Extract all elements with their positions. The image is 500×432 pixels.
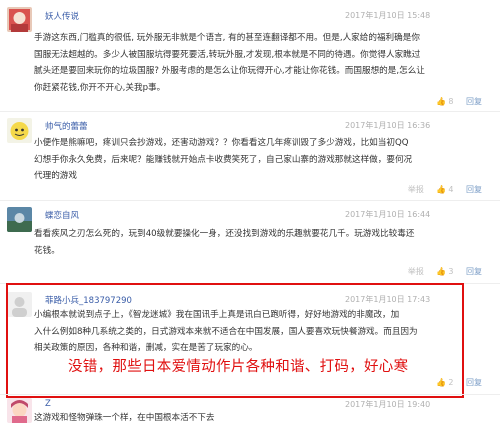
comment-text: 看看疾风之刃怎么死的，玩到40级就要操化一身，还没找到游戏的乐趣就要花几千。玩游… <box>34 226 464 259</box>
comment-line: 幻想手你永久免费，后来呢？能赚钱就开始点卡收费笑死了，自己家山寨的游戏那就这样做… <box>34 154 413 165</box>
username[interactable]: 蝶恋自风 <box>45 209 79 221</box>
comment-line: 国服无法超越的。多少人被国服坑得要死要活,转玩外服,才发现,根本就是不同的待遇。… <box>34 49 421 60</box>
divider <box>0 200 500 201</box>
comment-line: 手游这东西,门槛真的很低, 玩外服无非就是个语言, 有的甚至连翻译都不用。但是,… <box>34 33 420 43</box>
avatar[interactable] <box>7 118 32 143</box>
avatar[interactable] <box>7 207 32 232</box>
comment-line: 花钱。 <box>34 245 60 256</box>
reply-button[interactable]: 回复 <box>466 378 482 387</box>
reply-button[interactable]: 回复 <box>466 97 482 106</box>
thumbs-up-icon[interactable]: 👍 <box>436 185 446 194</box>
comment-text: 小便作是熊嘛吧，疼训只会抄游戏，还害动游戏？？你看看这几年疼训毁了多少游戏，比如… <box>34 135 464 185</box>
divider <box>0 394 500 395</box>
avatar[interactable] <box>7 398 32 423</box>
comment-text: 这游戏和怪物弹珠一个样，在中国根本活不下去 <box>34 410 464 427</box>
report-button[interactable]: 举报 <box>408 185 424 194</box>
like-count: 4 <box>448 185 454 194</box>
reply-button[interactable]: 回复 <box>466 185 482 194</box>
username[interactable]: 妖人传说 <box>45 10 79 22</box>
timestamp: 2017年1月10日 19:40 <box>345 400 431 409</box>
avatar[interactable] <box>7 7 32 32</box>
username[interactable]: Z <box>45 399 51 409</box>
reply-button[interactable]: 回复 <box>466 267 482 276</box>
thumbs-up-icon[interactable]: 👍 <box>436 97 446 106</box>
comment-line: 代理的游戏 <box>34 171 77 181</box>
highlight-box <box>6 283 464 398</box>
comment-line: 腻头还是要回来玩你的垃圾国服? 外服考虑的是怎么让你玩得开心,才能让你花钱。而国… <box>34 66 425 76</box>
timestamp: 2017年1月10日 16:36 <box>345 121 431 130</box>
username[interactable]: 帅气的蕾蕾 <box>45 120 88 132</box>
comment-actions: 举报 👍 4 回复 <box>398 184 482 195</box>
divider <box>0 111 500 112</box>
like-count: 3 <box>448 267 454 276</box>
report-button[interactable]: 举报 <box>408 267 424 276</box>
comment-line: 小便作是熊嘛吧，疼训只会抄游戏，还害动游戏？？你看看这几年疼训毁了多少游戏，比如… <box>34 138 409 148</box>
comment-feed: 妖人传说 2017年1月10日 15:48 手游这东西,门槛真的很低, 玩外服无… <box>0 0 500 432</box>
overlay-caption: 没错，那些日本爱情动作片各种和谐、打码，好心寒 <box>68 359 409 375</box>
comment-line: 这游戏和怪物弹珠一个样，在中国根本活不下去 <box>34 413 215 423</box>
thumbs-up-icon[interactable]: 👍 <box>436 267 446 276</box>
timestamp: 2017年1月10日 16:44 <box>345 210 431 219</box>
comment-text: 手游这东西,门槛真的很低, 玩外服无非就是个语言, 有的甚至连翻译都不用。但是,… <box>34 30 464 96</box>
like-count: 8 <box>448 97 454 106</box>
comment-line: 看看疾风之刃怎么死的，玩到40级就要操化一身，还没找到游戏的乐趣就要花几千。玩游… <box>34 229 415 239</box>
comment-actions: 举报 👍 3 回复 <box>398 266 482 277</box>
comment-line: 你赶紧花钱,你开不开心,关我p事。 <box>34 82 166 93</box>
comment-actions: 👍 8 回复 <box>426 96 482 107</box>
timestamp: 2017年1月10日 15:48 <box>345 11 431 20</box>
